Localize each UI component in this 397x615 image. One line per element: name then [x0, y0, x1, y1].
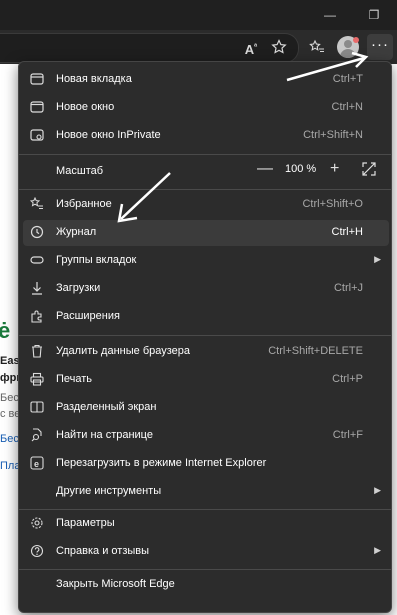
settings-menu: Новая вкладка Ctrl+T Новое окно Ctrl+N Н…	[18, 61, 392, 613]
site-logo: ė	[0, 318, 11, 343]
menu-item-label: Справка и отзывы	[56, 545, 150, 557]
menu-item-shortcut: Ctrl+H	[331, 226, 363, 238]
zoom-value: 100 %	[285, 163, 317, 175]
print-icon	[29, 372, 45, 388]
menu-item-shortcut: Ctrl+F	[332, 429, 363, 441]
menu-item-label: Журнал	[56, 226, 97, 238]
ie-icon: e	[29, 456, 45, 472]
menu-item-downloads[interactable]: Загрузки Ctrl+J	[23, 276, 389, 302]
menu-separator	[19, 189, 391, 190]
menu-item-shortcut: Ctrl+Shift+DELETE	[268, 345, 363, 357]
page-text-fragment: Бес	[0, 392, 19, 404]
new-window-icon	[29, 100, 45, 116]
new-tab-icon	[29, 72, 45, 88]
add-favorite-button[interactable]	[268, 36, 290, 58]
help-icon	[29, 544, 45, 560]
menu-item-tab-groups[interactable]: Группы вкладок ▶	[23, 248, 389, 274]
menu-item-shortcut: Ctrl+Shift+N	[303, 129, 363, 141]
menu-item-label: Новое окно	[56, 101, 115, 113]
download-icon	[29, 281, 45, 297]
menu-item-new-window[interactable]: Новое окно Ctrl+N	[23, 95, 389, 121]
more-icon: ···	[371, 36, 389, 53]
menu-item-shortcut: Ctrl+N	[331, 101, 363, 113]
menu-item-label: Удалить данные браузера	[56, 345, 191, 357]
chevron-right-icon: ▶	[374, 254, 381, 264]
menu-item-label: Перезагрузить в режиме Internet Explorer	[56, 457, 267, 469]
menu-item-label: Загрузки	[56, 282, 101, 294]
settings-and-more-button[interactable]: ···	[367, 34, 393, 60]
favorites-star-list-icon	[309, 39, 324, 53]
menu-item-settings[interactable]: Параметры	[23, 511, 389, 537]
read-aloud-button[interactable]: Aᵃ	[240, 36, 262, 58]
menu-item-help-and-feedback[interactable]: Справка и отзывы ▶	[23, 539, 389, 565]
menu-item-history[interactable]: Журнал Ctrl+H	[23, 220, 389, 246]
profile-notification-dot	[353, 37, 359, 43]
avatar-head	[344, 40, 352, 48]
zoom-out-button[interactable]: —	[257, 160, 273, 178]
trash-icon	[29, 344, 45, 360]
page-link-fragment[interactable]: Бес	[0, 433, 19, 445]
menu-separator	[19, 154, 391, 155]
read-aloud-icon: Aᵃ	[244, 42, 258, 58]
menu-item-label: Закрыть Microsoft Edge	[56, 578, 175, 590]
menu-separator	[19, 569, 391, 570]
chevron-right-icon: ▶	[374, 545, 381, 555]
restore-icon: ❐	[368, 8, 380, 22]
favorites-button[interactable]	[306, 36, 328, 58]
minus-icon: —	[257, 160, 273, 177]
menu-item-label: Найти на странице	[56, 429, 153, 441]
find-icon	[29, 428, 45, 444]
menu-item-reload-ie-mode[interactable]: e Перезагрузить в режиме Internet Explor…	[23, 451, 389, 477]
menu-item-shortcut: Ctrl+J	[333, 282, 363, 294]
minimize-icon: —	[324, 8, 336, 22]
menu-item-shortcut: Ctrl+P	[332, 373, 363, 385]
page-text-fragment: Eas	[0, 355, 20, 367]
zoom-in-button[interactable]: +	[330, 160, 339, 178]
menu-item-label: Печать	[56, 373, 93, 385]
avatar-body	[340, 49, 356, 58]
split-screen-icon	[29, 400, 45, 416]
menu-item-more-tools[interactable]: Другие инструменты ▶	[23, 479, 389, 505]
menu-item-new-inprivate-window[interactable]: Новое окно InPrivate Ctrl+Shift+N	[23, 123, 389, 149]
menu-item-label: Расширения	[56, 310, 120, 322]
menu-item-split-screen[interactable]: Разделенный экран	[23, 395, 389, 421]
svg-text:e: e	[34, 459, 39, 469]
menu-separator	[19, 509, 391, 510]
menu-item-label: Другие инструменты	[56, 485, 162, 497]
menu-item-clear-browsing-data[interactable]: Удалить данные браузера Ctrl+Shift+DELET…	[23, 339, 389, 365]
menu-separator	[19, 335, 391, 336]
menu-item-label: Группы вкладок	[56, 254, 137, 266]
menu-item-label: Параметры	[56, 517, 115, 529]
menu-item-shortcut: Ctrl+T	[332, 73, 363, 85]
expand-icon	[362, 162, 376, 176]
star-icon	[271, 39, 287, 54]
restore-button[interactable]: ❐	[366, 7, 382, 23]
chevron-right-icon: ▶	[374, 485, 381, 495]
menu-item-label: Новая вкладка	[56, 73, 132, 85]
menu-item-shortcut: Ctrl+Shift+O	[302, 198, 363, 210]
tab-groups-icon	[29, 253, 45, 269]
settings-icon	[29, 516, 45, 532]
menu-item-label: Новое окно InPrivate	[56, 129, 161, 141]
menu-item-close-edge[interactable]: Закрыть Microsoft Edge	[23, 572, 389, 598]
fullscreen-button[interactable]	[362, 162, 376, 181]
plus-icon: +	[330, 160, 340, 177]
menu-item-label: Разделенный экран	[56, 401, 157, 413]
history-icon	[29, 225, 45, 241]
menu-item-extensions[interactable]: Расширения	[23, 304, 389, 330]
menu-item-new-tab[interactable]: Новая вкладка Ctrl+T	[23, 67, 389, 93]
zoom-label: Масштаб	[56, 165, 104, 177]
menu-item-find-on-page[interactable]: Найти на странице Ctrl+F	[23, 423, 389, 449]
favorites-icon	[29, 196, 45, 213]
inprivate-icon	[29, 128, 45, 144]
minimize-button[interactable]: —	[322, 7, 338, 23]
menu-item-print[interactable]: Печать Ctrl+P	[23, 367, 389, 393]
menu-item-favorites[interactable]: Избранное Ctrl+Shift+O	[23, 192, 389, 218]
title-bar: — ❐	[0, 0, 397, 30]
menu-item-label: Избранное	[56, 198, 112, 210]
extensions-icon	[29, 309, 45, 325]
